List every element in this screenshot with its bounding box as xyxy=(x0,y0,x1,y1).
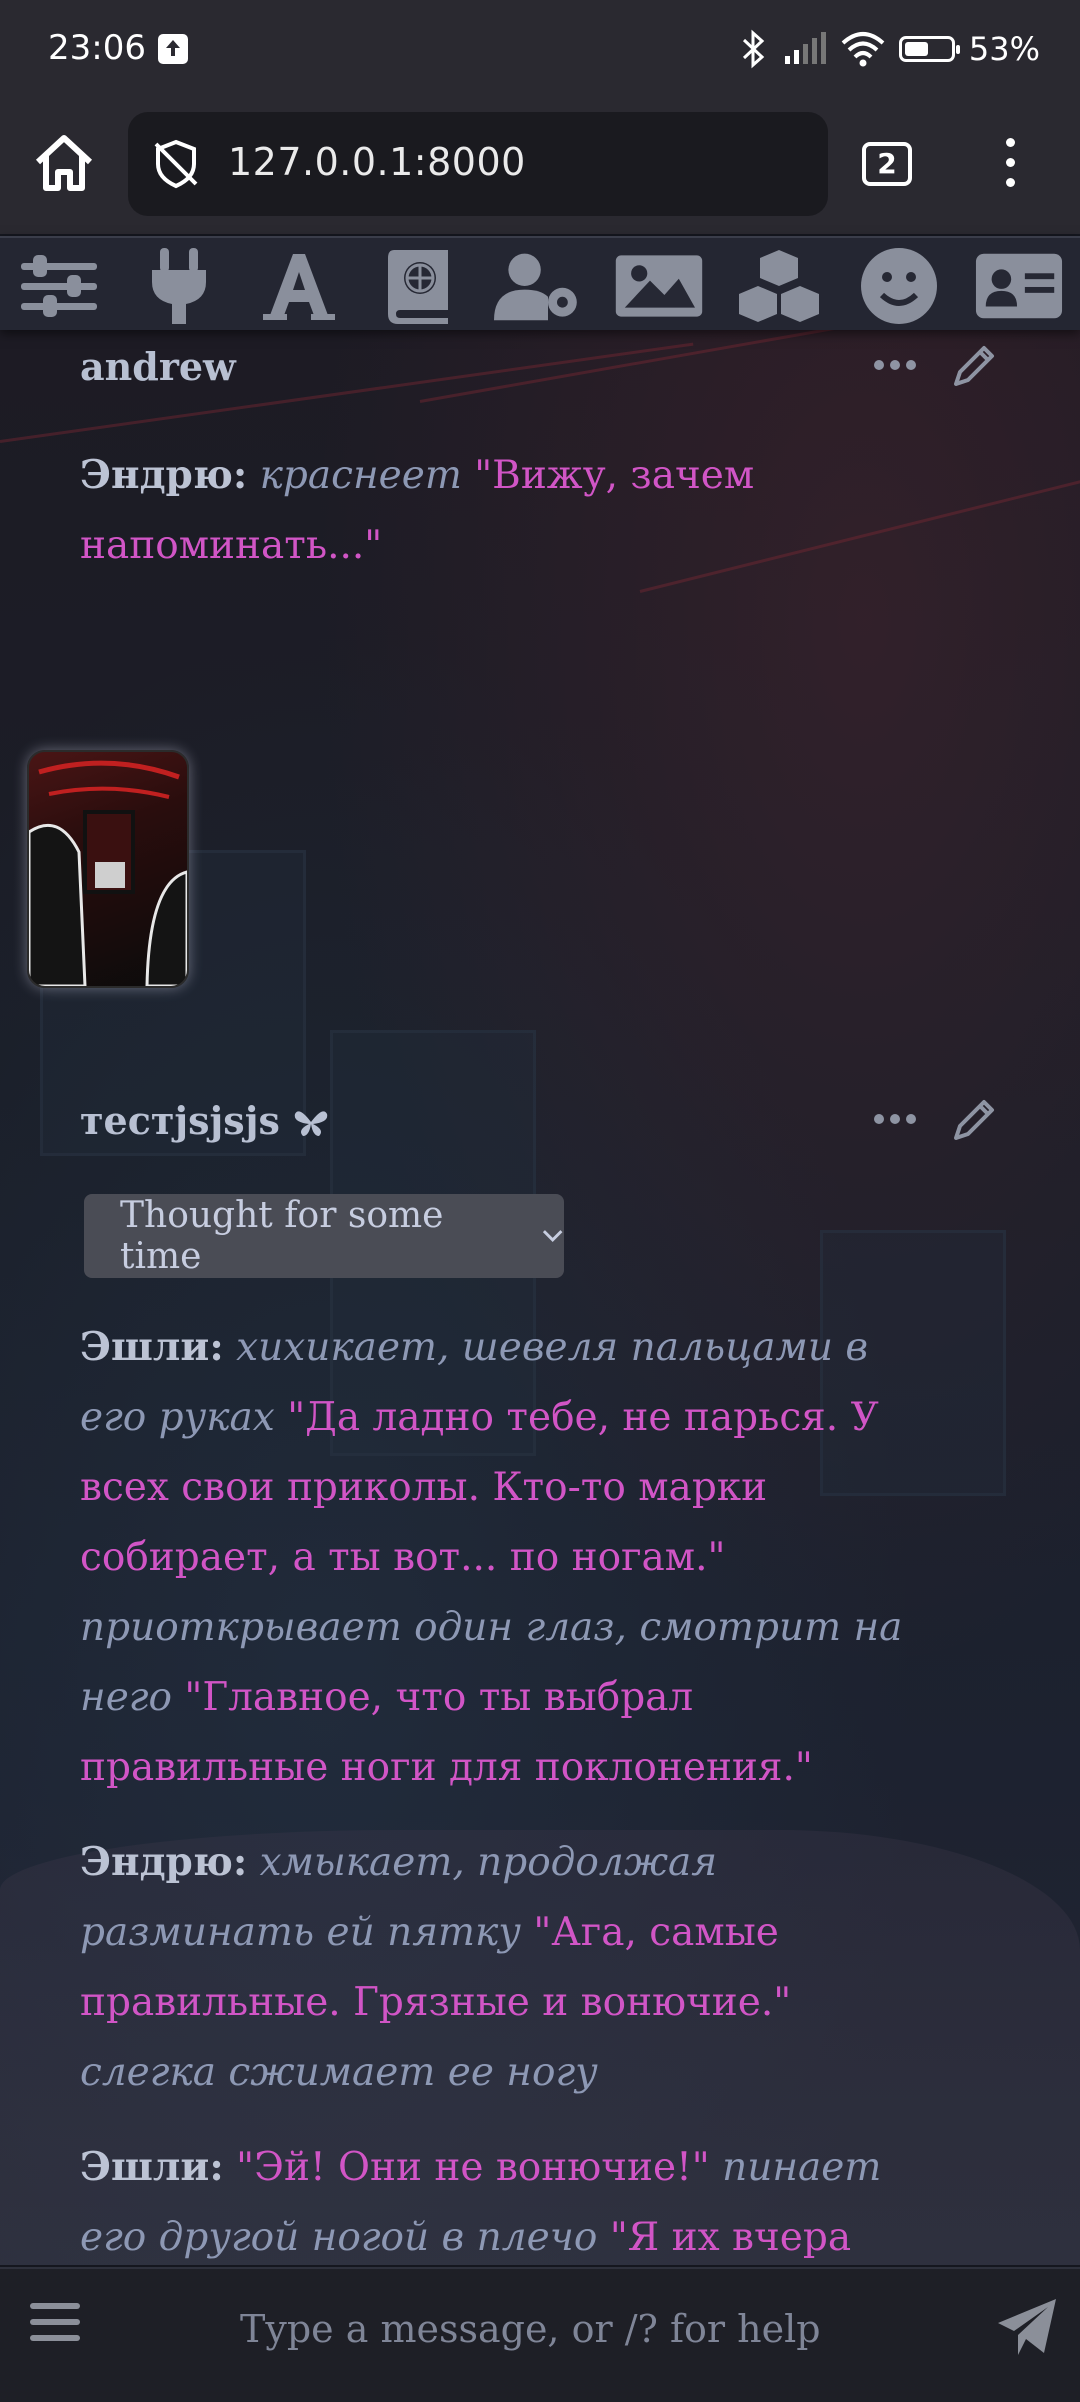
wifi-icon xyxy=(841,32,885,67)
bluetooth-icon xyxy=(742,29,765,69)
thought-toggle-button[interactable]: Thought for some time xyxy=(84,1194,564,1278)
message-author: andrew xyxy=(80,344,236,389)
home-button[interactable] xyxy=(30,130,98,198)
tabs-button[interactable]: 2 xyxy=(862,142,912,186)
speaker-name: Эндрю: xyxy=(80,1839,248,1885)
sliders-icon[interactable] xyxy=(14,248,104,324)
edit-icon[interactable] xyxy=(952,1096,998,1142)
speaker-name: Эшли: xyxy=(80,2144,224,2190)
send-icon xyxy=(998,2299,1056,2355)
address-bar[interactable]: 127.0.0.1:8000 xyxy=(128,112,828,216)
browser-toolbar: 127.0.0.1:8000 2 xyxy=(0,100,1080,234)
hamburger-menu-icon[interactable] xyxy=(30,2303,80,2347)
send-button[interactable] xyxy=(996,2297,1058,2357)
message-input[interactable]: Type a message, or /? for help xyxy=(240,2307,821,2351)
status-bar: 23:06 53% xyxy=(0,0,1080,100)
plug-icon[interactable] xyxy=(134,248,224,324)
chat-log: andrew Эндрю: краснеет "Вижу, зачем напо… xyxy=(0,330,1080,2265)
font-icon[interactable] xyxy=(254,248,344,324)
shield-off-icon xyxy=(154,139,198,189)
chevron-down-icon xyxy=(542,1230,563,1242)
battery-icon xyxy=(898,36,960,62)
message-author-name: тестjsjsjs xyxy=(80,1098,280,1143)
action-text: слегка сжимает ее ногу xyxy=(80,2050,598,2095)
signal-icon xyxy=(784,32,826,64)
character-avatar[interactable] xyxy=(27,750,189,988)
book-globe-icon[interactable] xyxy=(374,248,464,324)
upload-icon xyxy=(158,34,188,64)
cubes-icon[interactable] xyxy=(734,248,824,324)
message-body: Эндрю: краснеет "Вижу, зачем напоминать.… xyxy=(80,440,920,605)
speech-text: "Эй! Они не вонючие!" xyxy=(236,2145,710,2190)
thought-label: Thought for some time xyxy=(120,1195,444,1277)
message-input-bar: Type a message, or /? for help xyxy=(0,2267,1080,2402)
more-options-icon[interactable] xyxy=(874,360,916,370)
speaker-name: Эндрю: xyxy=(80,452,248,498)
smile-icon[interactable] xyxy=(854,248,944,324)
battery-percent: 53% xyxy=(968,30,1040,68)
speaker-name: Эшли: xyxy=(80,1324,224,1370)
user-gear-icon[interactable] xyxy=(494,248,584,324)
image-icon[interactable] xyxy=(614,248,704,324)
id-card-icon[interactable] xyxy=(974,248,1064,324)
speech-text: "Главное, что ты выбрал правильные ноги … xyxy=(80,1675,813,1790)
browser-menu-button[interactable] xyxy=(1000,138,1020,198)
clock: 23:06 xyxy=(48,28,146,68)
more-options-icon[interactable] xyxy=(874,1114,916,1124)
url-text: 127.0.0.1:8000 xyxy=(228,140,526,184)
message-author: тестjsjsjs xyxy=(80,1098,329,1143)
action-text: краснеет xyxy=(259,453,462,498)
message-body: Эшли: хихикает, шевеля пальцами в его ру… xyxy=(80,1312,920,2265)
app-toolbar xyxy=(0,236,1080,330)
edit-icon[interactable] xyxy=(952,342,998,388)
home-icon xyxy=(35,135,93,191)
butterfly-icon xyxy=(294,1111,328,1136)
